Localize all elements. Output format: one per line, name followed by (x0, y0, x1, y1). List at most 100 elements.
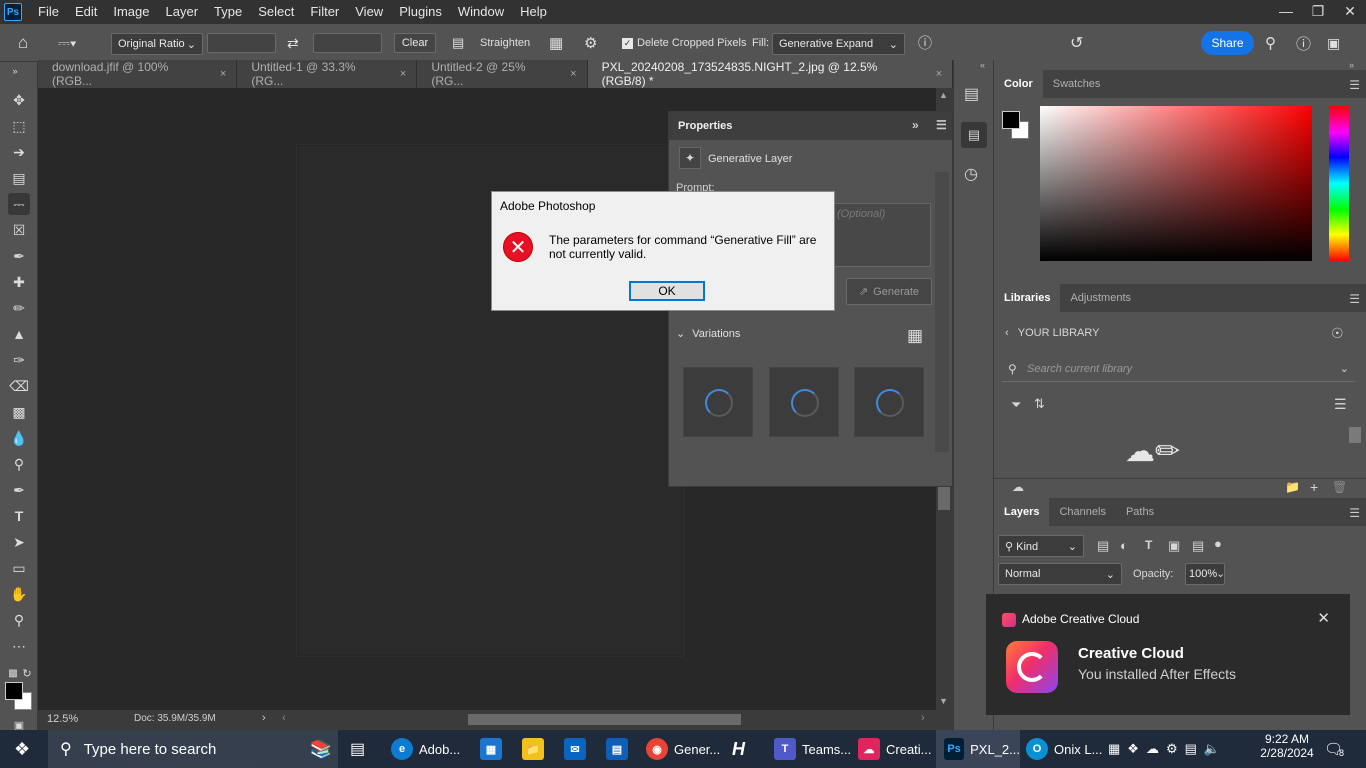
taskbar-app-photoshop[interactable]: Ps PXL_2... (936, 730, 1020, 768)
your-library-link[interactable]: ‹ YOUR LIBRARY (1005, 327, 1099, 339)
scroll-up-icon[interactable]: ▲ (939, 90, 948, 100)
grid-overlay-icon[interactable]: ▦ (549, 33, 563, 53)
menu-image[interactable]: Image (105, 0, 157, 24)
help-icon[interactable]: ⓘ (1296, 33, 1311, 53)
network-icon[interactable]: ▤ (1185, 741, 1197, 757)
panel-menu-icon[interactable]: ☰ (1349, 292, 1360, 306)
gear-icon[interactable]: ⚙ (584, 33, 597, 53)
pen-tool-icon[interactable]: ✒ (8, 479, 30, 501)
news-icon[interactable]: ▤ (606, 730, 634, 768)
windows-start-icon[interactable]: ❖ (14, 730, 30, 768)
variation-thumbnail[interactable] (683, 367, 753, 437)
scroll-down-icon[interactable]: ▼ (939, 696, 948, 706)
task-view-icon[interactable]: ▤ (350, 730, 365, 768)
collapse-panels-icon[interactable]: » (1349, 60, 1354, 70)
taskbar-app-teams[interactable]: T Teams... (774, 730, 851, 768)
tab-color[interactable]: Color (994, 70, 1043, 98)
share-button[interactable]: Share (1201, 31, 1254, 55)
swap-icon[interactable]: ⇄ (287, 33, 299, 53)
menu-view[interactable]: View (347, 0, 391, 24)
blur-tool-icon[interactable]: 💧 (8, 427, 30, 449)
tab-channels[interactable]: Channels (1049, 498, 1115, 526)
close-tab-icon[interactable]: × (570, 68, 576, 80)
add-icon[interactable]: + (1310, 479, 1318, 495)
status-menu-arrow-icon[interactable]: › (262, 712, 266, 724)
user-library-icon[interactable]: ☉ (1331, 325, 1344, 342)
adjustment-layer-filter-icon[interactable]: ◐ (1120, 538, 1128, 553)
restore-icon[interactable]: ❐ (1302, 0, 1334, 24)
taskbar-app-creative-cloud[interactable]: ☁ Creati... (858, 730, 932, 768)
info-icon[interactable]: ⓘ (918, 33, 932, 53)
menu-help[interactable]: Help (512, 0, 555, 24)
library-scroll-thumb[interactable] (1349, 427, 1361, 443)
variation-thumbnail[interactable] (769, 367, 839, 437)
clear-button[interactable]: Clear (394, 33, 436, 53)
panel-menu-icon[interactable]: ☰ (936, 118, 947, 132)
notification-toast[interactable]: Adobe Creative Cloud ✕ Creative Cloud Yo… (986, 594, 1350, 715)
crop-tool-icon[interactable]: ⎓ (8, 193, 30, 215)
tab-swatches[interactable]: Swatches (1043, 70, 1111, 98)
taskbar-app-chrome[interactable]: ◉ Gener... (646, 730, 720, 768)
tab-untitled-1[interactable]: Untitled-1 @ 33.3% (RG... × (237, 60, 418, 88)
mail-icon[interactable]: ✉ (564, 730, 592, 768)
close-tab-icon[interactable]: × (220, 68, 226, 80)
chevron-down-icon[interactable]: ⌄ (1340, 362, 1349, 375)
reset-icon[interactable]: ↺ (1070, 33, 1083, 53)
puzzle-icon[interactable]: ❖ (1127, 741, 1139, 757)
clone-stamp-tool-icon[interactable]: ▲ (8, 323, 30, 345)
tab-layers[interactable]: Layers (994, 498, 1050, 526)
generate-button[interactable]: ⇗ Generate (846, 278, 932, 305)
tab-libraries[interactable]: Libraries (994, 284, 1061, 312)
menu-file[interactable]: File (30, 0, 67, 24)
onedrive-icon[interactable]: ☁ (1146, 741, 1159, 757)
straighten-label[interactable]: Straighten (480, 33, 530, 53)
tab-paths[interactable]: Paths (1116, 498, 1164, 526)
vertical-scroll-thumb[interactable] (938, 486, 950, 510)
collapse-tools-icon[interactable]: » (4, 60, 26, 82)
eraser-tool-icon[interactable]: ⌫ (8, 375, 30, 397)
search-icon[interactable]: ⚲ (1265, 33, 1276, 53)
variations-header[interactable]: ⌄ Variations (676, 327, 740, 340)
history-states-icon[interactable]: ▤ (964, 84, 979, 104)
swap-colors-icon[interactable]: ↻ (16, 662, 38, 684)
taskbar-search-box[interactable]: ⚲ Type here to search 📚 (48, 730, 338, 768)
gradient-tool-icon[interactable]: ▩ (8, 401, 30, 423)
ratio-select[interactable]: Original Ratio ⌄ (111, 33, 203, 55)
menu-edit[interactable]: Edit (67, 0, 105, 24)
eyedropper-tool-icon[interactable]: ✒ (8, 245, 30, 267)
properties-scrollbar[interactable] (935, 172, 949, 452)
scroll-right-icon[interactable]: › (921, 712, 925, 724)
zoom-level[interactable]: 12.5% (47, 713, 78, 725)
marquee-tool-icon[interactable]: ⬚ (8, 115, 30, 137)
panel-menu-icon[interactable]: ☰ (1349, 78, 1360, 92)
home-icon[interactable]: ⌂ (18, 33, 28, 53)
close-toast-icon[interactable]: ✕ (1317, 609, 1330, 627)
cloud-icon[interactable]: ☁ (1012, 480, 1024, 494)
foreground-color-swatch[interactable] (5, 682, 23, 700)
close-tab-icon[interactable]: × (400, 68, 406, 80)
tab-pxl-night[interactable]: PXL_20240208_173524835.NIGHT_2.jpg @ 12.… (587, 60, 953, 88)
hand-tool-icon[interactable]: ✋ (8, 583, 30, 605)
layer-kind-filter[interactable]: ⚲ Kind ⌄ (998, 535, 1084, 557)
delete-cropped-checkbox[interactable]: ✓ Delete Cropped Pixels (622, 33, 746, 53)
variation-thumbnail[interactable] (854, 367, 924, 437)
path-selection-tool-icon[interactable]: ➤ (8, 531, 30, 553)
zoom-tool-icon[interactable]: ⚲ (8, 609, 30, 631)
sort-icon[interactable]: ⇅ (1034, 396, 1045, 412)
volume-icon[interactable]: 🔈 (1204, 741, 1220, 757)
file-explorer-icon[interactable]: 📁 (522, 730, 550, 768)
height-field[interactable] (313, 33, 382, 53)
tab-download[interactable]: download.jfif @ 100% (RGB... × (38, 60, 238, 88)
chevron-down-icon[interactable]: ⌄ (1216, 567, 1225, 580)
foreground-color-chip[interactable] (1002, 111, 1020, 129)
fill-select[interactable]: Generative Expand ⌄ (772, 33, 905, 55)
frame-tool-icon[interactable]: ☒ (8, 219, 30, 241)
straighten-icon[interactable]: ▤ (452, 33, 464, 53)
taskbar-app-edge[interactable]: e Adob... (391, 730, 460, 768)
folder-icon[interactable]: 📁 (1285, 480, 1300, 494)
pixel-layer-filter-icon[interactable]: ▤ (1097, 538, 1109, 554)
blend-mode-select[interactable]: Normal ⌄ (998, 563, 1122, 585)
tray-icons[interactable]: ▦ ❖ ☁ ⚙ ▤ 🔈 (1108, 730, 1220, 768)
shape-layer-filter-icon[interactable]: ▣ (1168, 538, 1180, 554)
scroll-left-icon[interactable]: ‹ (282, 712, 286, 724)
